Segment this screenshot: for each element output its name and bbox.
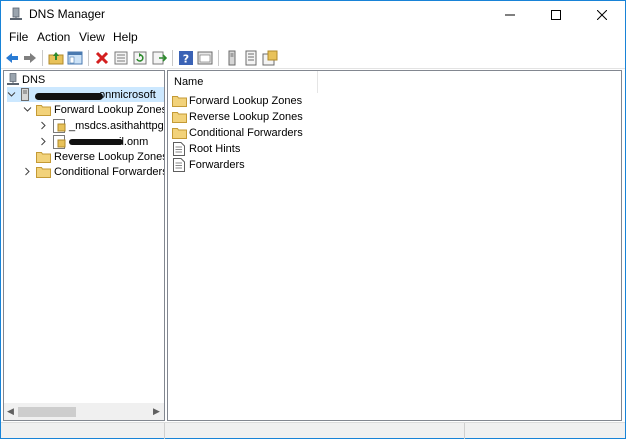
tree-node-conditional-forwarders[interactable]: Conditional Forwarders (23, 164, 165, 179)
zone-icon (53, 118, 66, 133)
menu-help[interactable]: Help (113, 30, 138, 44)
refresh-icon[interactable] (132, 50, 148, 66)
tree-node-label: Conditional Forwarders (54, 165, 165, 178)
toolbar-separator (88, 50, 89, 66)
toolbar: ? (1, 47, 625, 69)
toolbar-separator (42, 50, 43, 66)
tree-node-onmicrosoft-zone[interactable]: il.onm (39, 134, 148, 149)
folder-icon (36, 104, 51, 116)
tree-node-label: _msdcs.asithahttpgm (69, 119, 165, 132)
tree-node-server[interactable]: onmicrosoft (7, 87, 164, 102)
folder-icon (172, 127, 187, 139)
server-icon[interactable] (224, 50, 240, 66)
list-item-label: Root Hints (189, 142, 241, 155)
tree-node-label: Reverse Lookup Zones (54, 150, 165, 163)
list-icon[interactable] (243, 50, 259, 66)
list-item[interactable]: Forward Lookup Zones (172, 93, 302, 108)
show-hide-tree-icon[interactable] (67, 50, 83, 66)
close-button[interactable] (579, 1, 625, 28)
folder-icon (36, 166, 51, 178)
zone-icon (53, 134, 66, 149)
title-bar: DNS Manager (1, 1, 625, 28)
back-arrow-icon[interactable] (4, 50, 20, 66)
zone-label-wrap: il.onm (69, 136, 148, 148)
tree-node-forward-lookup-zones[interactable]: Forward Lookup Zones (23, 102, 165, 117)
dns-node-icon (7, 73, 19, 85)
tree-node-label: Forward Lookup Zones (54, 103, 165, 116)
toolbar-separator (218, 50, 219, 66)
list-item-label: Forward Lookup Zones (189, 94, 303, 107)
chevron-down-icon[interactable] (7, 90, 16, 99)
scroll-right-icon[interactable]: ▶ (153, 406, 160, 417)
server-node-icon (21, 88, 29, 101)
list-item[interactable]: Forwarders (172, 157, 245, 172)
minimize-button[interactable] (487, 1, 533, 28)
console-tree[interactable]: DNS onmicrosoft Forward Lookup Zones _ms… (3, 70, 165, 421)
close-icon (597, 9, 607, 20)
forward-arrow-icon[interactable] (22, 50, 38, 66)
menu-action[interactable]: Action (37, 30, 70, 44)
results-pane[interactable]: Name Forward Lookup Zones Reverse Lookup… (167, 70, 622, 421)
horizontal-scrollbar[interactable]: ◀ ▶ (4, 403, 164, 420)
toolbar-separator (172, 50, 173, 66)
list-item-label: Conditional Forwarders (189, 126, 303, 139)
menu-view[interactable]: View (79, 30, 105, 44)
console-icon[interactable] (197, 50, 213, 66)
svg-text:?: ? (183, 53, 189, 66)
chevron-down-icon[interactable] (23, 105, 32, 114)
dns-app-icon (10, 7, 22, 20)
tree-node-reverse-lookup-zones[interactable]: Reverse Lookup Zones (36, 149, 165, 164)
dns-manager-window: DNS Manager File Action View Help ? DNS … (0, 0, 626, 439)
delete-icon[interactable] (94, 50, 110, 66)
folder-icon (172, 95, 187, 107)
folder-icon (172, 111, 187, 123)
maximize-button[interactable] (533, 1, 579, 28)
redaction-mark (35, 92, 103, 100)
list-item[interactable]: Root Hints (172, 141, 240, 156)
status-bar (1, 422, 625, 439)
tree-node-msdcs-zone[interactable]: _msdcs.asithahttpgm (39, 118, 165, 133)
scrollbar-thumb[interactable] (18, 407, 76, 417)
folder-icon (36, 151, 51, 163)
column-header-name[interactable]: Name (168, 71, 318, 93)
scroll-left-icon[interactable]: ◀ (7, 406, 14, 417)
chevron-right-icon[interactable] (39, 121, 48, 130)
tree-node-label: onmicrosoft (99, 88, 156, 101)
status-segment (165, 423, 465, 439)
properties-icon[interactable] (113, 50, 129, 66)
document-icon (173, 141, 185, 156)
chevron-right-icon[interactable] (23, 167, 32, 176)
new-zone-icon[interactable] (262, 50, 278, 66)
help-icon[interactable]: ? (178, 50, 194, 66)
menu-file[interactable]: File (9, 30, 28, 44)
list-item[interactable]: Reverse Lookup Zones (172, 109, 303, 124)
status-segment (1, 423, 165, 439)
menu-bar: File Action View Help (1, 28, 625, 47)
window-title: DNS Manager (29, 7, 106, 21)
document-icon (173, 157, 185, 172)
maximize-icon (551, 9, 561, 20)
tree-node-label: il.onm (119, 135, 149, 148)
server-label-wrap: onmicrosoft (33, 89, 156, 101)
up-folder-icon[interactable] (48, 50, 64, 66)
chevron-right-icon[interactable] (39, 137, 48, 146)
minimize-icon (505, 14, 515, 15)
list-item-label: Reverse Lookup Zones (189, 110, 303, 123)
tree-node-dns[interactable]: DNS (7, 72, 45, 87)
list-item[interactable]: Conditional Forwarders (172, 125, 303, 140)
list-item-label: Forwarders (189, 158, 245, 171)
export-list-icon[interactable] (151, 50, 167, 66)
redaction-mark (69, 138, 123, 145)
tree-node-label: DNS (22, 73, 46, 86)
